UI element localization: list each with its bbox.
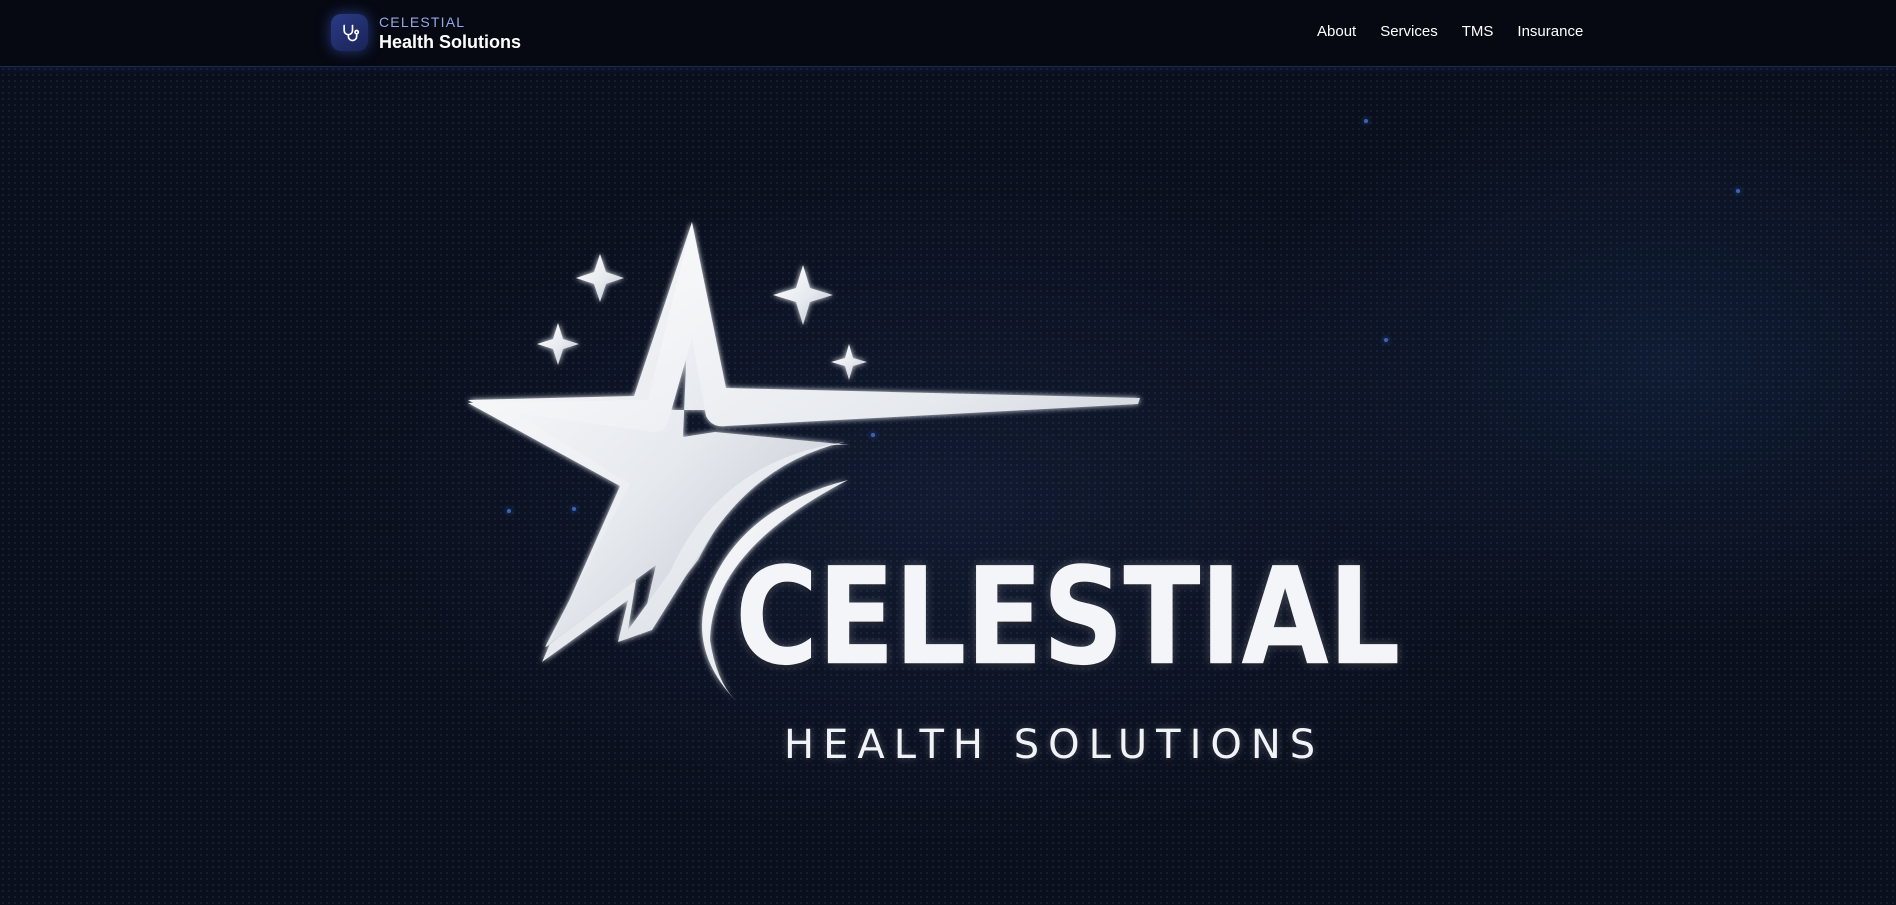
sparkle [831, 344, 867, 380]
site-header: CELESTIAL Health Solutions About Service… [0, 0, 1896, 67]
nav-link-tms[interactable]: TMS [1462, 23, 1494, 40]
page: CELESTIAL Health Solutions About Service… [0, 0, 1896, 905]
brand-home-link[interactable]: CELESTIAL Health Solutions [331, 14, 521, 51]
background-star [1736, 189, 1740, 193]
sparkle [576, 254, 624, 302]
stethoscope-icon [331, 14, 368, 51]
nav-link-services[interactable]: Services [1380, 23, 1438, 40]
main-nav: About Services TMS Insurance [1317, 23, 1583, 40]
brand-top-label: CELESTIAL [379, 13, 466, 30]
hero-logo: CELESTIAL HEALTH SOLUTIONS [450, 210, 1450, 780]
brand-bottom-label: Health Solutions [379, 31, 522, 52]
sparkle [773, 265, 833, 325]
nav-link-insurance[interactable]: Insurance [1517, 23, 1583, 40]
logo-subtitle: HEALTH SOLUTIONS [784, 722, 1325, 768]
logo-title: CELESTIAL [735, 538, 1400, 696]
background-star [1364, 119, 1368, 123]
brand-text: CELESTIAL Health Solutions [379, 15, 521, 51]
sparkle [537, 323, 579, 365]
nav-link-about[interactable]: About [1317, 23, 1356, 40]
